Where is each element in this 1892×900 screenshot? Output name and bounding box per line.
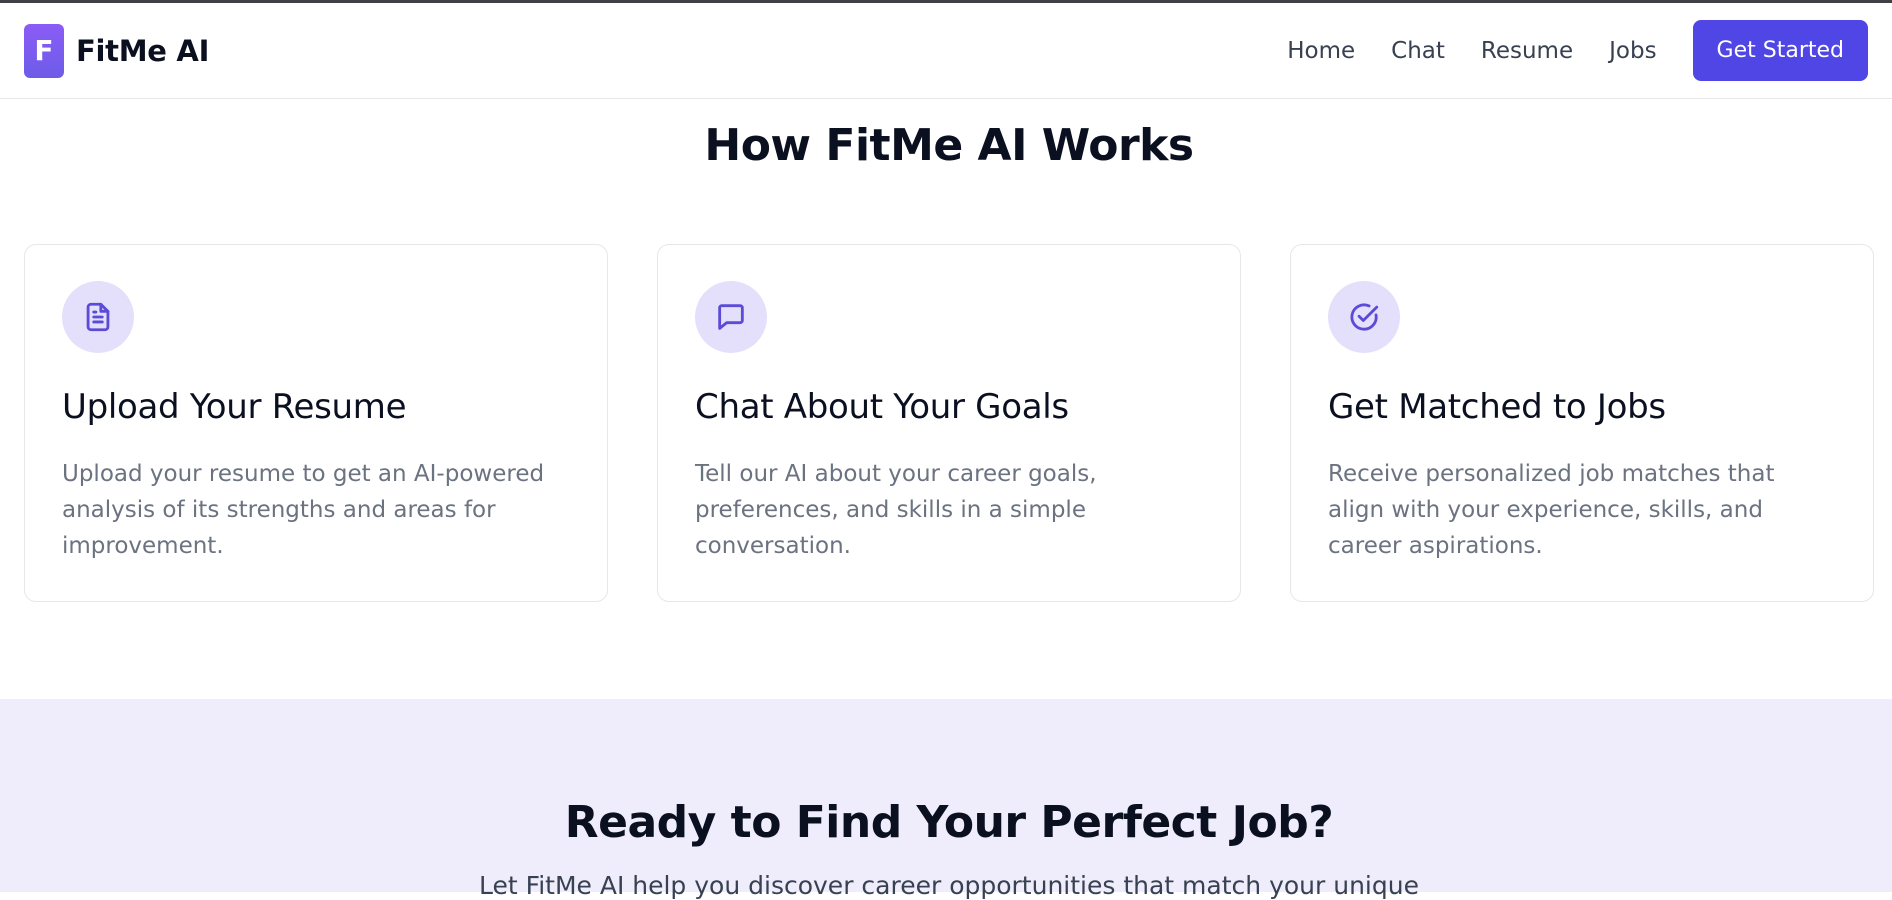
card-description: Receive personalized job matches that al… (1328, 461, 1775, 559)
card-title: Get Matched to Jobs (1328, 387, 1666, 427)
card-title: Chat About Your Goals (695, 387, 1069, 427)
check-circle-icon (1328, 281, 1400, 353)
document-icon (62, 281, 134, 353)
card-title: Upload Your Resume (62, 387, 407, 427)
feature-cards: Upload Your Resume Upload your resume to… (24, 244, 1874, 602)
nav-link-chat[interactable]: Chat (1391, 38, 1445, 64)
feature-card-upload-resume: Upload Your Resume Upload your resume to… (24, 244, 608, 602)
chat-bubble-icon (695, 281, 767, 353)
nav-link-jobs[interactable]: Jobs (1609, 38, 1656, 64)
feature-card-job-matching: Get Matched to Jobs Receive personalized… (1290, 244, 1874, 602)
nav-link-home[interactable]: Home (1287, 38, 1355, 64)
brand-name: FitMe AI (76, 33, 210, 68)
cta-section: Ready to Find Your Perfect Job? Let FitM… (0, 699, 1892, 900)
nav-link-resume[interactable]: Resume (1481, 38, 1573, 64)
logo-mark: F (24, 23, 64, 78)
feature-card-chat-goals: Chat About Your Goals Tell our AI about … (657, 244, 1241, 602)
cta-description: Let FitMe AI help you discover career op… (479, 871, 1419, 900)
cta-title: Ready to Find Your Perfect Job? (564, 797, 1334, 848)
site-header: F FitMe AI Home Chat Resume Jobs Get Sta… (0, 3, 1892, 99)
card-description: Upload your resume to get an AI-powered … (62, 461, 545, 559)
how-it-works-title: How FitMe AI Works (704, 120, 1194, 171)
brand-logo-link[interactable]: F FitMe AI (24, 23, 210, 78)
main-nav: Home Chat Resume Jobs Get Started (1287, 20, 1868, 81)
card-description: Tell our AI about your career goals, pre… (695, 461, 1097, 559)
get-started-button[interactable]: Get Started (1692, 20, 1868, 81)
